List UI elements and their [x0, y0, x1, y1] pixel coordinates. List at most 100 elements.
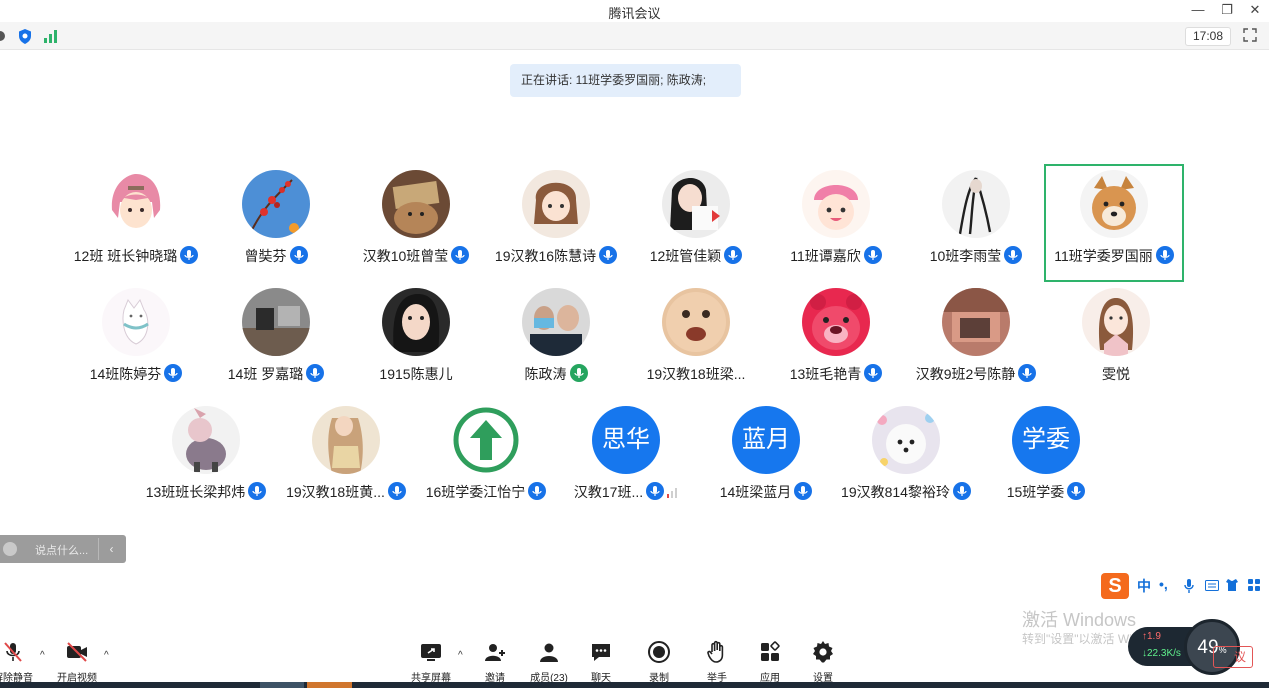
- avatar: [102, 170, 170, 238]
- window-title: 腾讯会议: [608, 6, 661, 21]
- shield-icon[interactable]: [18, 29, 32, 44]
- mic-icon: [1018, 364, 1037, 382]
- keyboard-icon[interactable]: [1205, 580, 1219, 591]
- settings-button[interactable]: 设置: [798, 640, 848, 684]
- members-button[interactable]: 成员(23): [524, 640, 574, 684]
- participant-name: 汉教17班...: [573, 484, 644, 500]
- avatar: [802, 170, 870, 238]
- sogou-icon[interactable]: S: [1101, 573, 1129, 599]
- title-bar: 腾讯会议 — ❐ ✕: [0, 0, 1269, 22]
- participant-tile[interactable]: 汉教9班2号陈静: [906, 282, 1046, 400]
- restore-button[interactable]: ❐: [1218, 2, 1236, 18]
- share-screen-button[interactable]: 共享屏幕: [406, 640, 456, 684]
- share-screen-icon: [421, 644, 441, 661]
- ime-punctuation[interactable]: •,: [1159, 576, 1168, 592]
- participant-tile[interactable]: 学委 15班学委: [976, 400, 1116, 518]
- avatar: [242, 170, 310, 238]
- fullscreen-icon[interactable]: [1243, 28, 1257, 42]
- participant-name: 15班学委: [1006, 484, 1065, 500]
- share-options-caret[interactable]: ^: [458, 650, 468, 661]
- avatar-text: 思华: [592, 406, 660, 474]
- participant-tile[interactable]: 13班毛艳青: [766, 282, 906, 400]
- taskbar-app[interactable]: [307, 682, 352, 688]
- meeting-controls: 解除静音 ^ 开启视频 ^ 共享屏幕 ^ 邀请 成员(23) 聊天 录制 举手 …: [0, 634, 1269, 684]
- signal-icon[interactable]: [43, 29, 59, 43]
- participant-name: 19汉教18班黄...: [286, 484, 385, 500]
- participant-tile[interactable]: 思华 汉教17班...: [556, 400, 696, 518]
- close-button[interactable]: ✕: [1246, 2, 1264, 18]
- participant-tile[interactable]: 曾奘芬: [206, 164, 346, 282]
- chat-quick-input[interactable]: 说点什么... ‹: [0, 535, 126, 563]
- mic-icon: [451, 246, 470, 264]
- avatar: [1080, 170, 1148, 238]
- avatar: [242, 288, 310, 356]
- hand-icon: [707, 640, 724, 663]
- meeting-info-icon[interactable]: [0, 31, 5, 41]
- avatar: [942, 288, 1010, 356]
- avatar: [522, 288, 590, 356]
- avatar: [942, 170, 1010, 238]
- start-video-button[interactable]: 开启视频: [52, 640, 102, 684]
- mic-icon: [646, 482, 665, 500]
- participant-name: 16班学委江怡宁: [425, 484, 526, 500]
- participant-tile[interactable]: 14班陈婷芬: [66, 282, 206, 400]
- participant-tile[interactable]: 陈政涛: [486, 282, 626, 400]
- mic-muted-icon: [4, 642, 22, 662]
- mic-icon: [164, 364, 183, 382]
- ime-language[interactable]: 中: [1137, 576, 1151, 596]
- participant-name: 13班班长梁邦炜: [145, 484, 246, 500]
- invite-icon: [485, 644, 505, 661]
- mic-icon: [387, 482, 406, 500]
- taskbar-app[interactable]: [260, 682, 304, 688]
- apps-icon: [761, 641, 780, 661]
- mic-icon: [289, 246, 308, 264]
- skin-icon[interactable]: [1225, 578, 1239, 592]
- participant-name: 19汉教814黎裕玲: [841, 484, 950, 500]
- windows-taskbar: [0, 682, 1269, 688]
- participant-name: 12班管佳颖: [649, 248, 722, 264]
- participant-name: 13班毛艳青: [789, 366, 862, 382]
- participant-name: 11班谭嘉欣: [790, 248, 861, 264]
- weak-signal-icon: [667, 488, 678, 498]
- participant-tile[interactable]: 汉教10班曾莹: [346, 164, 486, 282]
- mic-active-icon: [569, 364, 588, 382]
- participant-tile[interactable]: 19汉教16陈慧诗: [486, 164, 626, 282]
- participant-tile[interactable]: 10班李雨莹: [906, 164, 1046, 282]
- collapse-chat-button[interactable]: ‹: [98, 538, 124, 560]
- participant-tile[interactable]: 雯悦: [1046, 282, 1186, 400]
- participant-name: 曾奘芬: [244, 248, 287, 264]
- participant-tile[interactable]: 蓝月 14班梁蓝月: [696, 400, 836, 518]
- mic-icon: [864, 364, 883, 382]
- meeting-timer: 17:08: [1185, 27, 1231, 46]
- record-icon: [648, 641, 670, 663]
- participant-tile-active-speaker[interactable]: 11班学委罗国丽: [1044, 164, 1184, 282]
- chat-input[interactable]: 说点什么...: [35, 542, 88, 558]
- voice-icon[interactable]: [1183, 578, 1195, 594]
- participant-tile[interactable]: 14班 罗嘉璐: [206, 282, 346, 400]
- raise-hand-button[interactable]: 举手: [692, 640, 742, 684]
- participant-tile[interactable]: 12班管佳颖: [626, 164, 766, 282]
- chat-button[interactable]: 聊天: [576, 640, 626, 684]
- toolbox-icon[interactable]: [1247, 578, 1261, 592]
- participant-tile[interactable]: 19汉教18班梁...: [626, 282, 766, 400]
- record-button[interactable]: 录制: [634, 640, 684, 684]
- members-icon: [540, 643, 558, 662]
- video-options-caret[interactable]: ^: [104, 650, 114, 661]
- participant-tile[interactable]: 13班班长梁邦炜: [136, 400, 276, 518]
- participant-tile[interactable]: 16班学委江怡宁: [416, 400, 556, 518]
- avatar: [872, 406, 940, 474]
- gear-icon: [813, 641, 833, 663]
- avatar: [172, 406, 240, 474]
- participant-tile[interactable]: 19汉教814黎裕玲: [836, 400, 976, 518]
- audio-options-caret[interactable]: ^: [40, 650, 50, 661]
- unmute-button[interactable]: 解除静音: [0, 640, 38, 684]
- emoji-icon[interactable]: [3, 542, 17, 556]
- participant-tile[interactable]: 1915陈惠儿: [346, 282, 486, 400]
- invite-button[interactable]: 邀请: [470, 640, 520, 684]
- participant-tile[interactable]: 12班 班长钟晓璐: [66, 164, 206, 282]
- participant-name: 14班 罗嘉璐: [227, 366, 304, 382]
- apps-button[interactable]: 应用: [745, 640, 795, 684]
- participant-tile[interactable]: 11班谭嘉欣: [766, 164, 906, 282]
- minimize-button[interactable]: —: [1189, 2, 1207, 18]
- participant-tile[interactable]: 19汉教18班黄...: [276, 400, 416, 518]
